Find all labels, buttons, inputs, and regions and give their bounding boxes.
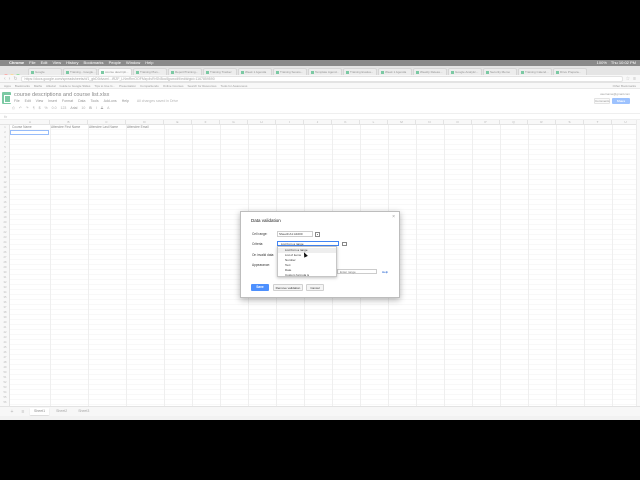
- invalid-data-label: On invalid data:: [252, 253, 275, 257]
- criteria-dropdown-menu: List from a range List of items Number Text…: [277, 246, 337, 277]
- data-validation-dialog: Data validation × Cell range: Sheet1!A1:…: [240, 211, 400, 298]
- range-input[interactable]: Enter range: [337, 269, 377, 274]
- criteria-label: Criteria:: [252, 242, 264, 246]
- close-icon[interactable]: ×: [392, 214, 395, 220]
- cell-range-input[interactable]: Sheet1!A1:A1000: [277, 231, 313, 237]
- cell-range-label: Cell range:: [252, 232, 268, 236]
- help-link[interactable]: Help: [382, 270, 388, 274]
- dialog-title: Data validation: [251, 218, 281, 223]
- criteria-range-icon[interactable]: [342, 241, 347, 246]
- appearance-label: Appearance:: [252, 263, 271, 267]
- browser-window: Chrome File Edit View History Bookmarks …: [0, 60, 640, 420]
- criteria-option[interactable]: Custom formula is: [278, 273, 336, 278]
- save-button[interactable]: Save: [251, 284, 269, 291]
- remove-validation-button[interactable]: Remove validation: [273, 284, 303, 291]
- cancel-button[interactable]: Cancel: [306, 284, 324, 291]
- select-range-icon[interactable]: [315, 231, 320, 237]
